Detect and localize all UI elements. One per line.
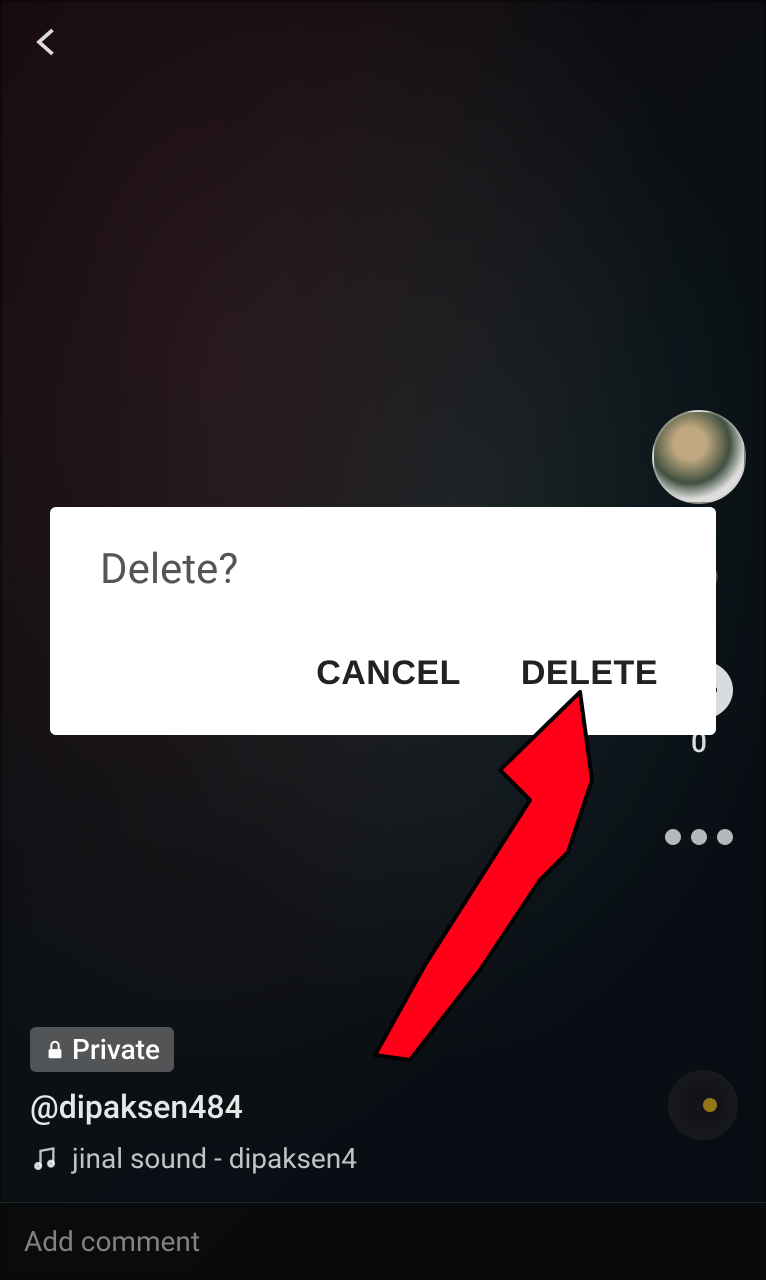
music-disc-icon[interactable] (668, 1070, 738, 1140)
music-note-icon (30, 1145, 58, 1173)
delete-button[interactable]: DELETE (521, 654, 658, 693)
lock-icon (44, 1039, 66, 1061)
sound-link[interactable]: jinal sound - dipaksen4 (30, 1142, 357, 1175)
comment-input-bar[interactable]: Add comment (0, 1202, 766, 1280)
profile-avatar[interactable] (652, 410, 746, 504)
delete-confirmation-dialog: Delete? CANCEL DELETE (50, 507, 716, 735)
cancel-button[interactable]: CANCEL (316, 654, 461, 693)
more-options-button[interactable] (665, 829, 733, 845)
video-info: Private @dipaksen484 jinal sound - dipak… (30, 1027, 357, 1175)
privacy-label: Private (72, 1033, 160, 1066)
chevron-left-icon (30, 24, 66, 60)
dialog-title: Delete? (100, 545, 666, 594)
dialog-actions: CANCEL DELETE (100, 654, 666, 693)
username-label[interactable]: @dipaksen484 (30, 1088, 357, 1126)
sound-name: jinal sound - dipaksen4 (72, 1142, 357, 1175)
privacy-badge: Private (30, 1027, 174, 1072)
comment-input-placeholder: Add comment (24, 1225, 742, 1258)
back-button[interactable] (30, 24, 66, 64)
